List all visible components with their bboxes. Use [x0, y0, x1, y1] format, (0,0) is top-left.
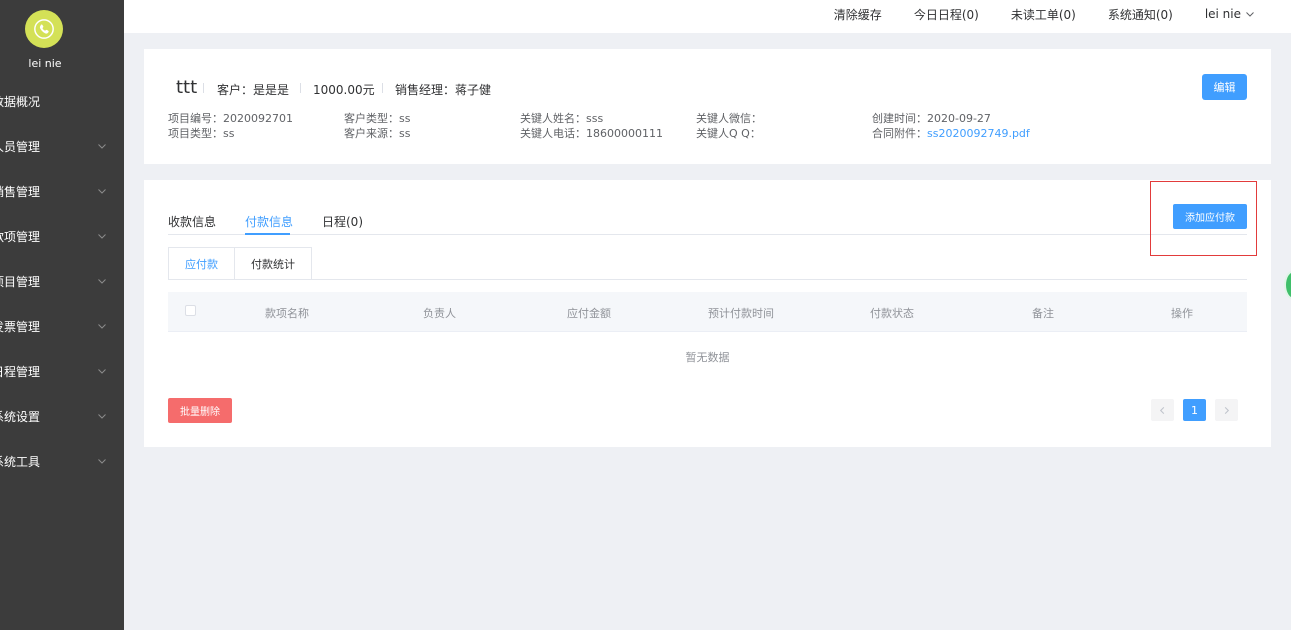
batch-delete-button[interactable]: 批量删除: [168, 398, 232, 423]
created-time: 创建时间：2020-09-27: [872, 112, 991, 125]
column-header: 操作: [1171, 307, 1193, 320]
sidebar-item-payments[interactable]: 款项管理: [0, 214, 124, 259]
sidebar-user-name: lei nie: [28, 57, 62, 70]
column-header: 负责人: [423, 307, 456, 320]
chevron-down-icon: [98, 234, 106, 239]
project-title: ttt: [176, 77, 198, 98]
sidebar-item-label: 发票管理: [0, 320, 41, 334]
sidebar-item-label: 系统工具: [0, 455, 41, 469]
key-person-phone: 关键人电话：18600000111: [520, 127, 663, 140]
chevron-down-icon: [98, 189, 106, 194]
system-notice-link[interactable]: 系统通知(0): [1108, 6, 1173, 23]
sidebar-item-invoices[interactable]: 发票管理: [0, 304, 124, 349]
user-menu-dropdown[interactable]: lei nie: [1205, 7, 1255, 21]
avatar[interactable]: [25, 10, 63, 48]
floating-widget[interactable]: [1284, 270, 1291, 300]
chevron-down-icon: [98, 279, 106, 284]
pagination-next-button[interactable]: [1215, 399, 1238, 421]
chevron-down-icon: [98, 414, 106, 419]
customer-type: 客户类型：ss: [344, 112, 411, 125]
sidebar-item-label: 人员管理: [0, 140, 41, 154]
project-type: 项目类型：ss: [168, 127, 235, 140]
top-bar: 清除缓存 今日日程(0) 未读工单(0) 系统通知(0) lei nie: [124, 0, 1291, 33]
divider: [382, 83, 383, 93]
key-person-name: 关键人姓名：sss: [520, 112, 604, 125]
table-header: 款项名称 负责人 应付金额 预计付款时间 付款状态 备注 操作: [168, 292, 1247, 332]
chevron-left-icon: [1159, 406, 1165, 414]
select-all-checkbox[interactable]: [185, 305, 196, 316]
column-header: 备注: [1032, 307, 1054, 320]
phone-icon: [34, 19, 54, 39]
table-empty-text: 暂无数据: [685, 351, 730, 364]
divider: [300, 83, 301, 93]
tab-receipts[interactable]: 收款信息: [168, 213, 216, 230]
payment-detail-card: 收款信息 付款信息 日程(0) 添加应付款 应付款 付款统计 款项名称 负责人 …: [144, 180, 1271, 447]
sidebar-item-label: 销售管理: [0, 185, 41, 199]
clear-cache-link[interactable]: 清除缓存: [834, 6, 882, 23]
chevron-right-icon: [1224, 406, 1230, 414]
chevron-down-icon: [98, 369, 106, 374]
sidebar-item-schedule[interactable]: 日程管理: [0, 349, 124, 394]
subtab-divider: [168, 279, 1247, 280]
contract-attachment-label: 合同附件：: [872, 127, 927, 140]
sidebar-menu: 数据概况 人员管理 销售管理 款项管理 项目管理 发票管理 日程管理 系统设置: [0, 79, 124, 484]
column-header: 付款状态: [870, 307, 914, 320]
project-number: 项目编号：2020092701: [168, 112, 293, 125]
sidebar-item-sales[interactable]: 销售管理: [0, 169, 124, 214]
chevron-down-icon: [98, 144, 106, 149]
project-sales-manager: 销售经理：蒋子健: [395, 83, 492, 97]
sidebar-item-dashboard[interactable]: 数据概况: [0, 79, 124, 124]
column-header: 款项名称: [265, 307, 309, 320]
divider: [203, 83, 204, 93]
sidebar-item-label: 项目管理: [0, 275, 41, 289]
sidebar-item-settings[interactable]: 系统设置: [0, 394, 124, 439]
pagination-prev-button[interactable]: [1151, 399, 1174, 421]
subtab-payment-stats[interactable]: 付款统计: [235, 247, 312, 280]
chevron-down-icon: [98, 324, 106, 329]
project-amount: 1000.00元: [313, 83, 375, 97]
sidebar-item-label: 系统设置: [0, 410, 41, 424]
sidebar-item-label: 数据概况: [0, 95, 41, 109]
contract-file-link[interactable]: ss2020092749.pdf: [927, 127, 1030, 140]
top-nav: 清除缓存 今日日程(0) 未读工单(0) 系统通知(0) lei nie: [802, 0, 1255, 28]
unread-tickets-link[interactable]: 未读工单(0): [1011, 6, 1076, 23]
chevron-down-icon: [1246, 12, 1254, 17]
contract-attachment: 合同附件：ss2020092749.pdf: [872, 125, 1030, 141]
sidebar-item-staff[interactable]: 人员管理: [0, 124, 124, 169]
chevron-down-icon: [98, 459, 106, 464]
today-schedule-link[interactable]: 今日日程(0): [914, 6, 979, 23]
column-header: 预计付款时间: [708, 307, 774, 320]
sidebar: lei nie 数据概况 人员管理 销售管理 款项管理 项目管理 发票管理 日程…: [0, 0, 124, 630]
column-header: 应付金额: [567, 307, 611, 320]
pagination-page-current[interactable]: 1: [1183, 399, 1206, 421]
tab-schedule[interactable]: 日程(0): [322, 213, 363, 230]
highlight-box: [1150, 181, 1257, 256]
project-customer: 客户：是是是: [217, 83, 290, 97]
tab-bar-divider: [168, 234, 1247, 235]
customer-source: 客户来源：ss: [344, 127, 411, 140]
sidebar-item-label: 款项管理: [0, 230, 41, 244]
sidebar-item-projects[interactable]: 项目管理: [0, 259, 124, 304]
sidebar-item-tools[interactable]: 系统工具: [0, 439, 124, 484]
active-tab-indicator: [245, 233, 290, 235]
key-person-qq: 关键人Q Q：: [696, 127, 761, 140]
payable-subtabs: 应付款 付款统计: [168, 247, 312, 280]
tab-payments[interactable]: 付款信息: [245, 213, 293, 230]
sidebar-item-label: 日程管理: [0, 365, 41, 379]
subtab-payables[interactable]: 应付款: [168, 247, 235, 280]
key-person-wechat: 关键人微信：: [696, 112, 762, 125]
project-info-card: ttt 客户：是是是 1000.00元 销售经理：蒋子健 编辑 项目编号：202…: [144, 49, 1271, 164]
edit-button[interactable]: 编辑: [1202, 74, 1247, 100]
user-menu-name: lei nie: [1204, 7, 1241, 21]
